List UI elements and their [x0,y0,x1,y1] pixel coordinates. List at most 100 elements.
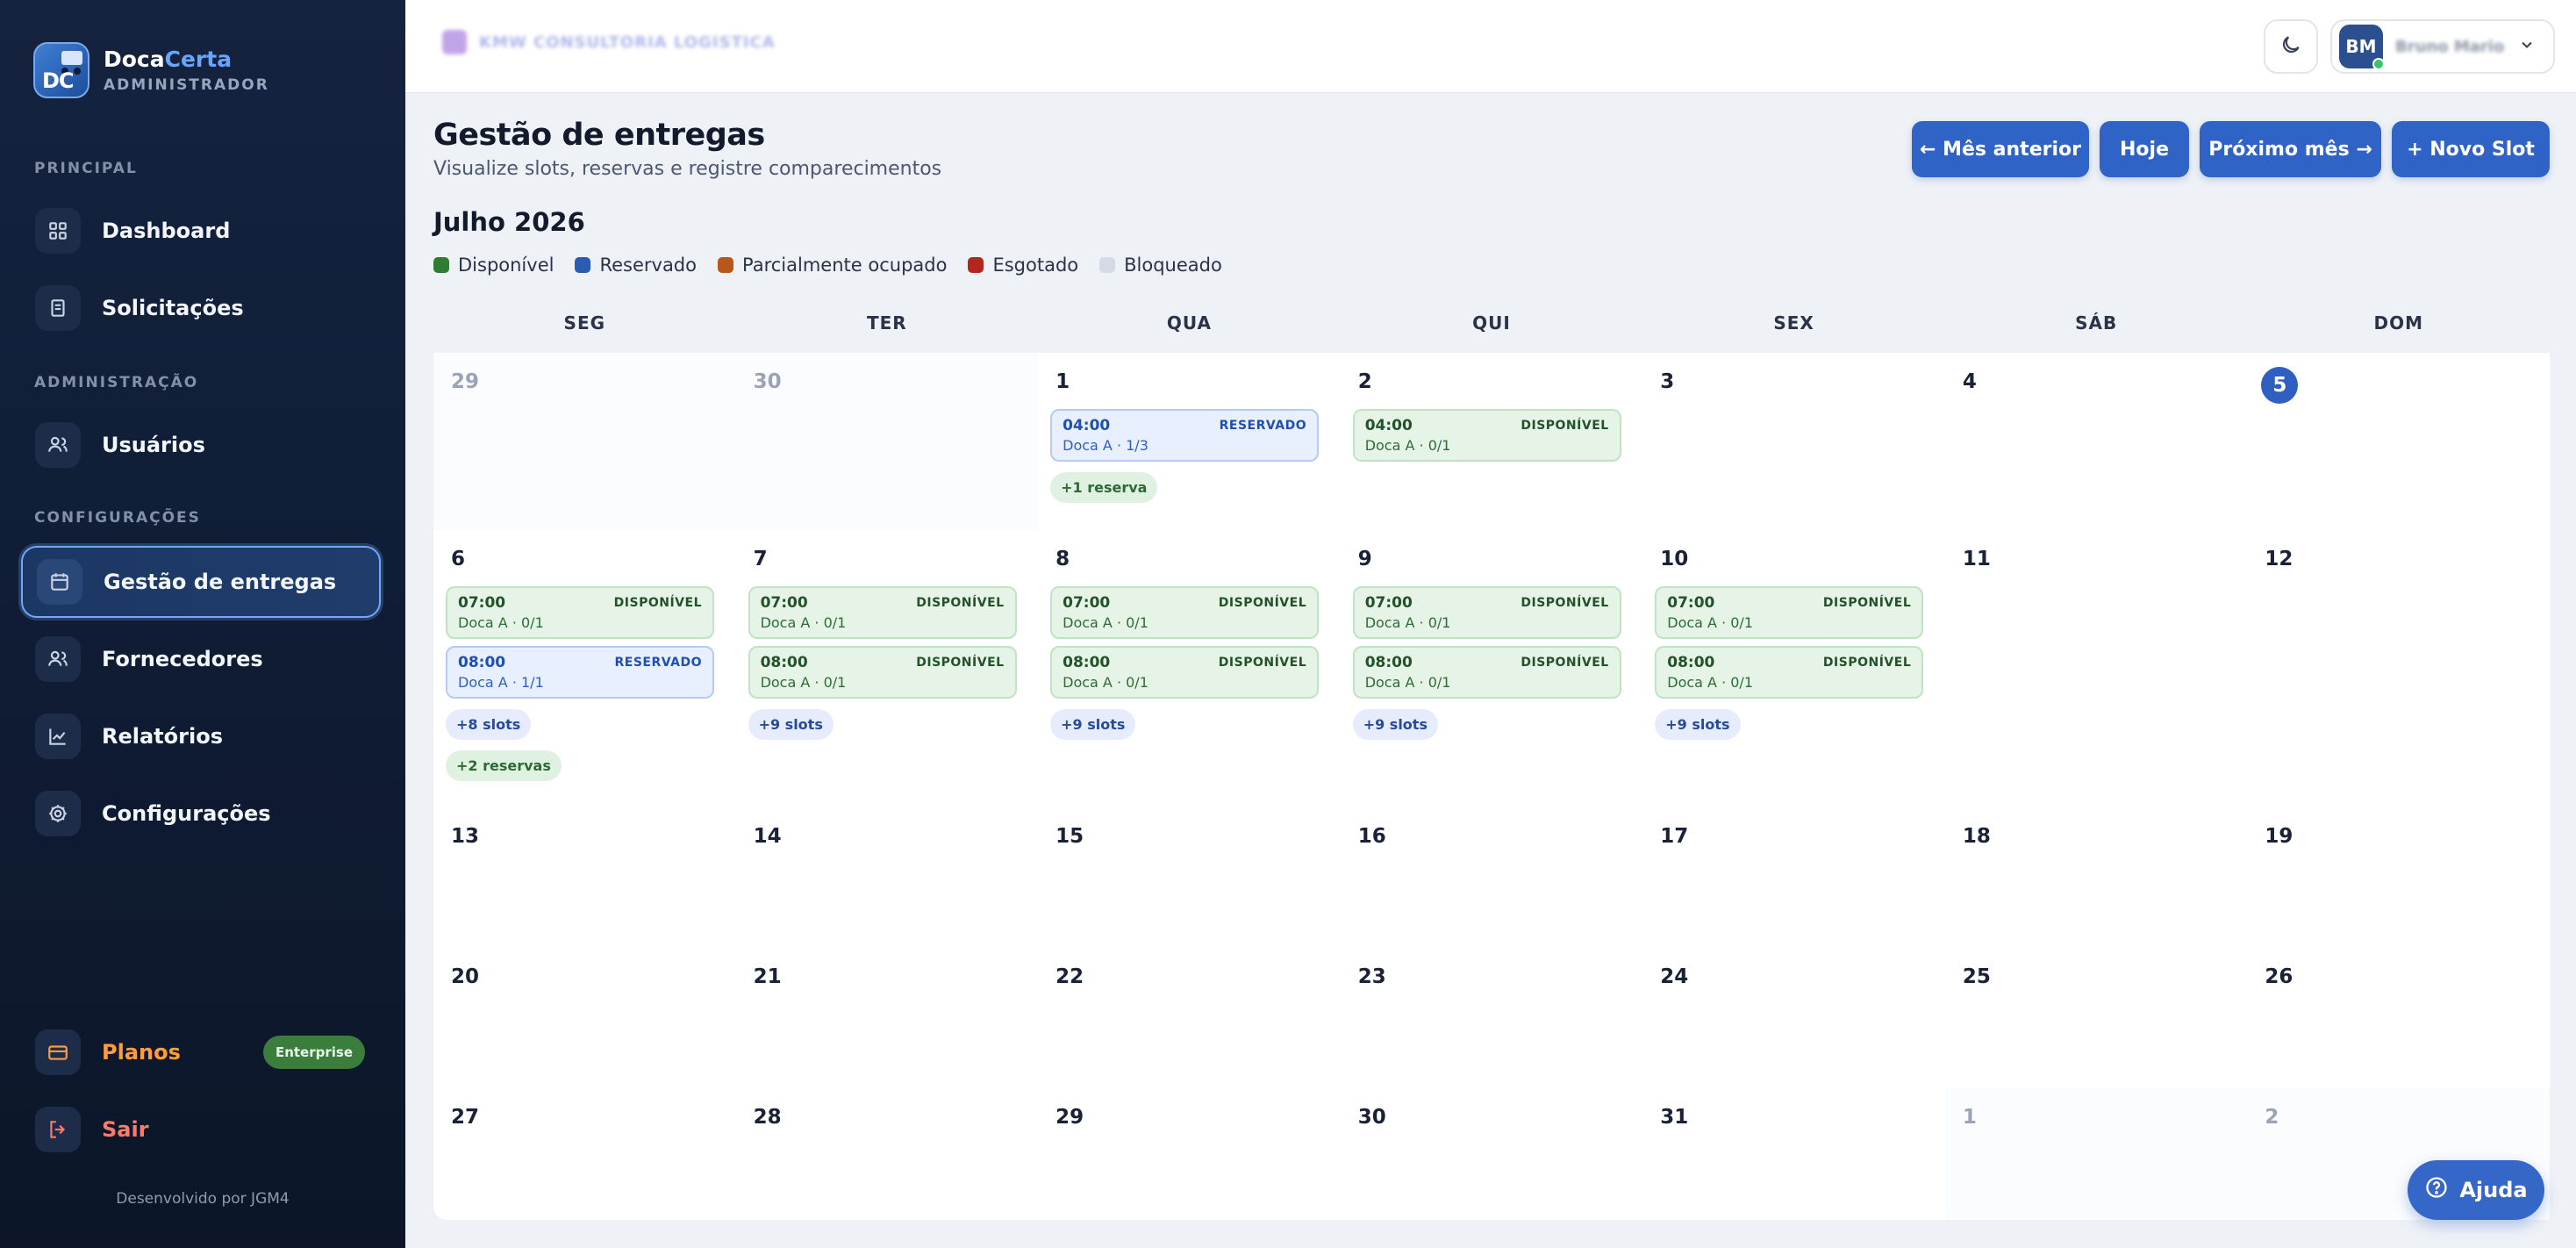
day-number: 13 [451,825,480,848]
day-number: 2 [2265,1106,2279,1129]
help-circle-icon [2424,1175,2449,1205]
new-slot-button[interactable]: + Novo Slot [2392,121,2550,177]
slot-card[interactable]: 04:00 RESERVADO Doca A · 1/3 [1050,409,1320,462]
sidebar-item-solicitacoes[interactable]: Solicitações [21,272,381,344]
calendar-day[interactable]: 18 [1945,807,2248,948]
calendar-day[interactable]: 25 [1945,948,2248,1088]
logout-button[interactable]: Sair [21,1094,381,1166]
calendar-day[interactable]: 16 [1341,807,1643,948]
calendar-day[interactable]: 15 [1038,807,1341,948]
calendar-day[interactable]: 6 07:00 DISPONÍVEL Doca A · 0/1 08:00 RESERVA… [433,530,736,807]
slot-card[interactable]: 04:00 DISPONÍVEL Doca A · 0/1 [1352,409,1621,462]
help-label: Ajuda [2459,1178,2528,1202]
reservations-pill[interactable]: +1 reserva [1050,472,1158,503]
calendar-day[interactable]: 14 [736,807,1039,948]
document-icon [35,285,81,331]
help-button[interactable]: Ajuda [2408,1160,2544,1220]
day-number: 30 [753,370,782,393]
legend-swatch [718,257,733,273]
slot-card[interactable]: 08:00 DISPONÍVEL Doca A · 0/1 [1352,646,1621,699]
sidebar-item-usuarios[interactable]: Usuários [21,409,381,481]
sidebar-item-fornecedores[interactable]: Fornecedores [21,623,381,695]
calendar-day[interactable]: 30 [1341,1088,1643,1220]
more-slots-pill[interactable]: +9 slots [1655,709,1741,740]
calendar-day[interactable]: 30 [735,353,1039,530]
calendar-day[interactable]: 29 [433,353,736,530]
calendar-day[interactable]: 11 [1945,530,2248,807]
calendar-week: 27 28 29 30 31 1 2 [433,1088,2550,1220]
brand-logo-icon: DC [33,42,89,98]
slot-card[interactable]: 07:00 DISPONÍVEL Doca A · 0/1 [1655,586,1924,639]
slot-dock: Doca A · 0/1 [1364,614,1451,631]
plan-badge: Enterprise [262,1036,365,1069]
calendar-day[interactable]: 4 [1945,353,2248,530]
reservations-pill[interactable]: +2 reservas [446,750,562,781]
calendar-day[interactable]: 17 [1642,807,1945,948]
day-number: 27 [451,1106,480,1129]
more-slots-pill[interactable]: +9 slots [748,709,834,740]
pill-row: +9 slots [1050,699,1328,740]
chart-line-icon [35,714,81,759]
previous-month-button[interactable]: ← Mês anterior [1912,121,2089,177]
theme-toggle-button[interactable] [2264,19,2318,74]
calendar-day[interactable]: 29 [1038,1088,1341,1220]
calendar-day[interactable]: 27 [433,1088,736,1220]
calendar-day[interactable]: 26 [2247,948,2550,1088]
slot-status: DISPONÍVEL [1521,656,1609,670]
calendar-day[interactable]: 1 [1944,1088,2248,1220]
brand[interactable]: DC DocaCerta ADMINISTRADOR [33,42,269,98]
slot-card[interactable]: 07:00 DISPONÍVEL Doca A · 0/1 [748,586,1017,639]
page-title: Gestão de entregas [433,118,765,153]
calendar-day[interactable]: 7 07:00 DISPONÍVEL Doca A · 0/1 08:00 DISPONÍ… [736,530,1039,807]
calendar-day[interactable]: 20 [433,948,736,1088]
more-slots-pill[interactable]: +8 slots [446,709,532,740]
calendar-grid: 29 30 1 04:00 RESERVADO Doca A · 1/3 +1 reserv… [433,353,2550,1220]
calendar-day[interactable]: 8 07:00 DISPONÍVEL Doca A · 0/1 08:00 DISPONÍ… [1038,530,1341,807]
calendar-day[interactable]: 10 07:00 DISPONÍVEL Doca A · 0/1 08:00 DISPON… [1642,530,1945,807]
calendar-day[interactable]: 24 [1642,948,1945,1088]
slot-card[interactable]: 08:00 RESERVADO Doca A · 1/1 [446,646,714,699]
calendar-day[interactable]: 13 [433,807,736,948]
calendar-day[interactable]: 23 [1341,948,1643,1088]
calendar-day[interactable]: 21 [736,948,1039,1088]
sidebar-item-gestao-de-entregas[interactable]: Gestão de entregas [21,546,381,618]
slot-dock: Doca A · 1/3 [1063,437,1148,454]
day-number: 24 [1660,965,1689,988]
calendar-day[interactable]: 1 04:00 RESERVADO Doca A · 1/3 +1 reserva [1038,353,1341,530]
calendar-day[interactable]: 22 [1038,948,1341,1088]
slot-card[interactable]: 08:00 DISPONÍVEL Doca A · 0/1 [1050,646,1320,699]
calendar-day[interactable]: 9 07:00 DISPONÍVEL Doca A · 0/1 08:00 DISPONÍ… [1341,530,1643,807]
calendar-day[interactable]: 12 [2247,530,2550,807]
calendar-day[interactable]: 19 [2247,807,2550,948]
calendar-day[interactable]: 5 [2247,353,2550,530]
company-selector[interactable]: KMW CONSULTORIA LOGISTICA [442,30,776,54]
today-button[interactable]: Hoje [2100,121,2189,177]
calendar-day[interactable]: 2 04:00 DISPONÍVEL Doca A · 0/1 [1341,353,1643,530]
pill-row: +9 slots [1655,699,1933,740]
slot-card[interactable]: 07:00 DISPONÍVEL Doca A · 0/1 [1352,586,1621,639]
day-number: 2 [1357,370,1372,393]
sidebar-item-relatorios[interactable]: Relatórios [21,700,381,772]
slot-status: DISPONÍVEL [1822,596,1912,610]
slot-card[interactable]: 07:00 DISPONÍVEL Doca A · 0/1 [1050,586,1320,639]
slot-card[interactable]: 08:00 DISPONÍVEL Doca A · 0/1 [1655,646,1924,699]
legend-swatch [1099,257,1116,273]
day-number: 26 [2265,965,2293,988]
sidebar-item-label: Relatórios [102,724,223,749]
more-slots-pill[interactable]: +9 slots [1050,709,1136,740]
sidebar-item-planos[interactable]: Planos Enterprise [21,1016,381,1088]
slot-card[interactable]: 08:00 DISPONÍVEL Doca A · 0/1 [748,646,1017,699]
user-menu[interactable]: BM Bruno Mario [2330,19,2555,74]
calendar-day[interactable]: 3 [1642,353,1945,530]
slot-dock: Doca A · 1/1 [458,674,544,691]
day-number: 1 [1055,370,1070,393]
more-slots-pill[interactable]: +9 slots [1352,709,1438,740]
slot-dock: Doca A · 0/1 [1364,437,1451,454]
calendar-day[interactable]: 28 [736,1088,1039,1220]
sidebar-item-dashboard[interactable]: Dashboard [21,195,381,267]
calendar-day[interactable]: 31 [1642,1088,1945,1220]
sidebar-item-configuracoes[interactable]: Configurações [21,778,381,850]
next-month-button[interactable]: Próximo mês → [2200,121,2381,177]
slot-card[interactable]: 07:00 DISPONÍVEL Doca A · 0/1 [446,586,714,639]
grid-icon [35,208,81,254]
